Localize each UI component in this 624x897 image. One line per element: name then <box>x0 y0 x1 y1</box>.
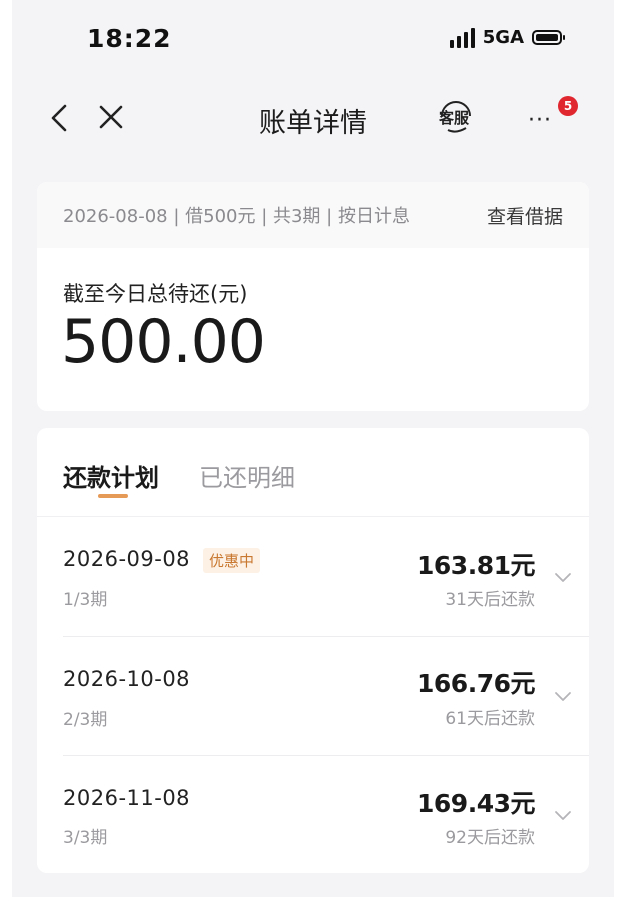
installment-amount: 169.43元 <box>417 789 535 818</box>
installment-date: 2026-10-08 <box>63 667 191 691</box>
installment-term: 1/3期 <box>63 590 108 610</box>
promo-tag: 优惠中 <box>203 548 261 573</box>
installment-row[interactable]: 2026-11-08 3/3期 169.43元 92天后还款 <box>37 756 589 873</box>
installment-due-note: 92天后还款 <box>445 828 535 848</box>
installment-row[interactable]: 2026-09-08 优惠中 1/3期 163.81元 31天后还款 <box>37 517 589 635</box>
due-label: 截至今日总待还(元) <box>63 282 248 306</box>
tab-bar: 还款计划 已还明细 <box>63 458 295 493</box>
installment-date: 2026-09-08 <box>63 547 191 571</box>
active-tab-indicator <box>98 494 128 498</box>
installment-amount: 166.76元 <box>417 669 535 698</box>
battery-icon <box>532 30 565 45</box>
tab-repaid-details[interactable]: 已还明细 <box>199 458 295 493</box>
installment-row[interactable]: 2026-10-08 2/3期 166.76元 61天后还款 <box>37 637 589 755</box>
installment-term: 3/3期 <box>63 828 108 848</box>
chevron-down-icon[interactable] <box>553 570 573 584</box>
customer-service-label: 客服 <box>439 109 470 127</box>
loan-info: 2026-08-08 | 借500元 | 共3期 | 按日计息 <box>63 206 410 227</box>
installment-amount: 163.81元 <box>417 551 535 580</box>
bill-summary-card: 2026-08-08 | 借500元 | 共3期 | 按日计息 查看借据 截至今… <box>37 182 589 411</box>
chevron-down-icon[interactable] <box>553 808 573 822</box>
installment-term: 2/3期 <box>63 710 108 730</box>
network-type: 5GA <box>482 27 524 48</box>
more-button[interactable]: ··· 5 <box>524 96 578 133</box>
view-receipt-link[interactable]: 查看借据 <box>487 202 563 229</box>
signal-icon <box>449 27 475 48</box>
summary-header: 2026-08-08 | 借500元 | 共3期 | 按日计息 查看借据 <box>37 182 589 248</box>
installment-due-note: 61天后还款 <box>445 709 535 729</box>
phone-screen: 18:22 5GA 账单详情 客服 ··· 5 2026-08-08 | 借50… <box>12 0 614 897</box>
notification-badge: 5 <box>558 96 578 116</box>
more-dots-icon: ··· <box>528 108 552 133</box>
chevron-down-icon[interactable] <box>553 689 573 703</box>
tab-repayment-plan[interactable]: 还款计划 <box>63 458 159 493</box>
status-time: 18:22 <box>87 24 172 53</box>
customer-service-button[interactable]: 客服 <box>438 100 474 136</box>
repayment-plan-card: 还款计划 已还明细 2026-09-08 优惠中 1/3期 163.81元 31… <box>37 428 589 873</box>
status-indicators: 5GA <box>449 27 565 48</box>
due-amount: 500.00 <box>61 307 266 377</box>
installment-date: 2026-11-08 <box>63 786 191 810</box>
installment-due-note: 31天后还款 <box>445 590 535 610</box>
